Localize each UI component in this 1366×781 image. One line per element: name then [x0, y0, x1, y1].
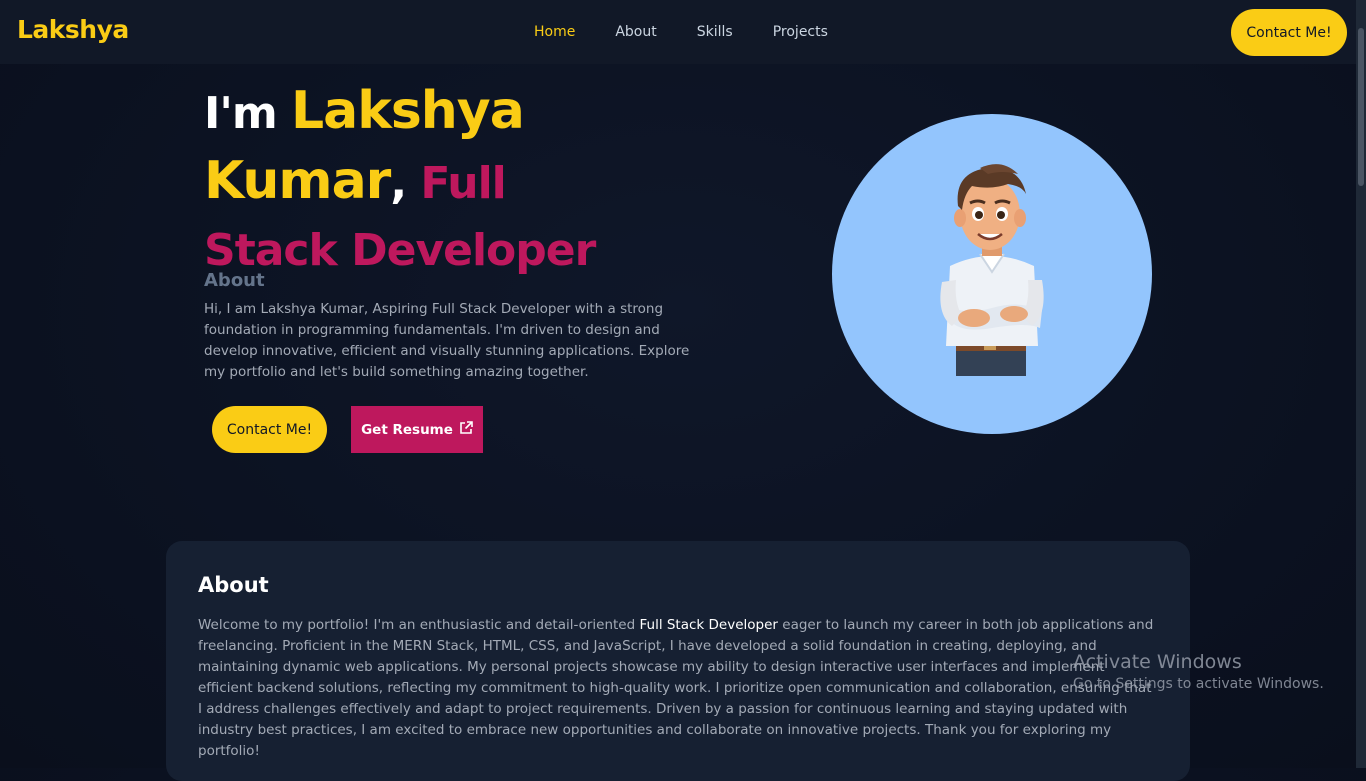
nav-links: Home About Skills Projects: [534, 24, 868, 40]
about-text-before: Welcome to my portfolio! I'm an enthusia…: [198, 617, 640, 633]
nav-link-about[interactable]: About: [615, 24, 656, 40]
about-section-text: Welcome to my portfolio! I'm an enthusia…: [198, 615, 1158, 762]
hero-name-first: Lakshya: [291, 81, 525, 141]
nav-link-skills[interactable]: Skills: [697, 24, 733, 40]
activate-windows-title: Activate Windows: [1073, 651, 1242, 673]
hero-about-text: Hi, I am Lakshya Kumar, Aspiring Full St…: [204, 301, 690, 380]
scrollbar[interactable]: [1356, 0, 1366, 768]
get-resume-label: Get Resume: [361, 421, 453, 438]
about-section-heading: About: [198, 573, 269, 597]
hero-role-2: Stack Developer: [204, 225, 596, 276]
nav-link-projects[interactable]: Projects: [773, 24, 828, 40]
hero-about-heading: About: [204, 270, 265, 291]
about-text-after: eager to launch my career in both job ap…: [198, 617, 1154, 759]
external-link-icon: [459, 420, 473, 439]
logo[interactable]: Lakshya: [17, 15, 129, 44]
navbar: Lakshya Home About Skills Projects: [0, 0, 1356, 64]
avatar-illustration: [940, 164, 1044, 376]
avatar: [832, 114, 1152, 434]
about-section: About Welcome to my portfolio! I'm an en…: [166, 541, 1190, 781]
nav-link-home[interactable]: Home: [534, 24, 575, 40]
contact-button[interactable]: Contact Me!: [212, 406, 327, 453]
get-resume-button[interactable]: Get Resume: [351, 406, 483, 453]
about-highlight: Full Stack Developer: [639, 617, 778, 633]
hero-comma: ,: [390, 158, 421, 209]
scrollbar-thumb[interactable]: [1358, 28, 1364, 186]
nav-contact-button[interactable]: Contact Me!: [1231, 9, 1347, 56]
hero-role-1: Full: [420, 158, 506, 209]
activate-windows-subtitle: Go to Settings to activate Windows.: [1073, 676, 1324, 692]
hero-name-last: Kumar: [204, 151, 391, 211]
hero-prefix: I'm: [204, 88, 292, 139]
hero-title: I'm Lakshya Kumar, Full Stack Developer: [204, 82, 624, 289]
